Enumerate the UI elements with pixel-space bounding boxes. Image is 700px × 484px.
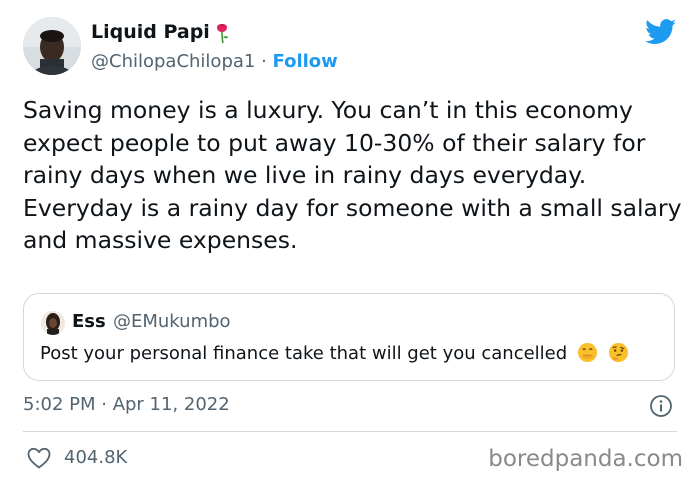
rose-emoji bbox=[217, 24, 228, 44]
quoted-text-content: Post your personal finance take that wil… bbox=[40, 343, 568, 364]
author-display-name[interactable]: Liquid Papi bbox=[91, 21, 210, 43]
tweet-text: Saving money is a luxury. You can’t in t… bbox=[23, 94, 683, 257]
like-count: 404.8K bbox=[64, 447, 128, 468]
follow-button[interactable]: Follow bbox=[273, 51, 338, 72]
watermark: boredpanda.com bbox=[488, 446, 683, 472]
face-with-hand-over-mouth-emoji bbox=[577, 342, 597, 363]
quoted-tweet[interactable]: Ess @EMukumbo Post your personal finance… bbox=[23, 293, 675, 381]
quoted-tweet-text: Post your personal finance take that wil… bbox=[40, 342, 629, 364]
info-icon[interactable] bbox=[649, 394, 673, 418]
tweet-header: Liquid Papi @ChilopaChilopa1 · Follow bbox=[23, 17, 683, 79]
quoted-author-avatar[interactable] bbox=[41, 311, 65, 335]
tweet-paragraph: Everyday is a rainy day for someone with… bbox=[23, 193, 682, 255]
twitter-bird-icon[interactable] bbox=[645, 19, 677, 45]
quoted-author-handle[interactable]: @EMukumbo bbox=[113, 311, 231, 332]
tweet-timestamp[interactable]: 5:02 PM · Apr 11, 2022 bbox=[23, 394, 230, 415]
quoted-author-name[interactable]: Ess bbox=[72, 311, 106, 332]
separator-dot: · bbox=[255, 51, 273, 72]
divider bbox=[23, 431, 677, 432]
thinking-face-emoji bbox=[608, 342, 628, 363]
heart-icon[interactable] bbox=[26, 446, 52, 470]
author-avatar[interactable] bbox=[23, 17, 81, 75]
author-handle[interactable]: @ChilopaChilopa1 bbox=[91, 51, 255, 72]
tweet-card: Liquid Papi @ChilopaChilopa1 · Follow Sa… bbox=[0, 0, 700, 484]
tweet-paragraph: Saving money is a luxury. You can’t in t… bbox=[23, 96, 646, 189]
author-handle-line: @ChilopaChilopa1 · Follow bbox=[91, 51, 338, 72]
